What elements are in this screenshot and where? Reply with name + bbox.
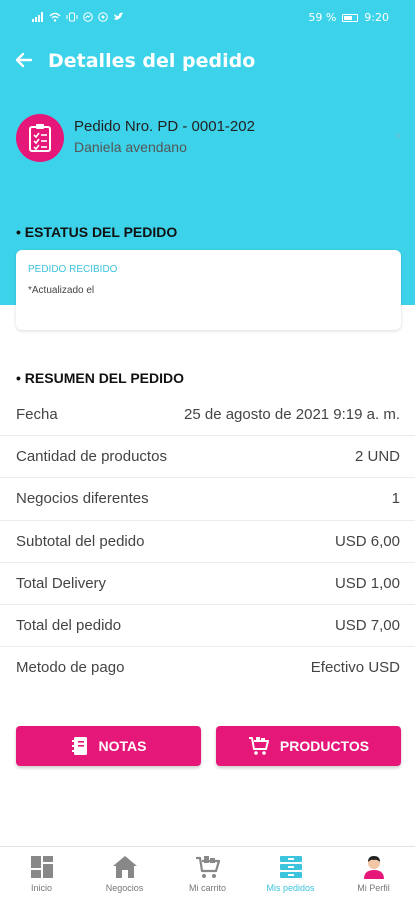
- battery-icon: [342, 13, 359, 22]
- summary-value: 1: [391, 490, 400, 508]
- summary-list: Fecha 25 de agosto de 2021 9:19 a. m. Ca…: [0, 394, 415, 689]
- summary-label: Total Delivery: [16, 574, 107, 592]
- summary-row-negocios: Negocios diferentes 1: [0, 478, 415, 521]
- store-icon: [112, 856, 137, 878]
- nav-item-inicio[interactable]: Inicio: [0, 847, 83, 900]
- summary-label: Total del pedido: [16, 616, 122, 634]
- summary-label: Negocios diferentes: [16, 490, 149, 508]
- summary-row-pago: Metodo de pago Efectivo USD: [0, 647, 415, 689]
- summary-row-subtotal: Subtotal del pedido USD 6,00: [0, 521, 415, 563]
- productos-button[interactable]: PRODUCTOS: [216, 726, 401, 766]
- status-name: PEDIDO RECIBIDO: [28, 264, 118, 275]
- order-number: Pedido Nro. PD - 0001-202: [74, 118, 255, 135]
- twitter-icon: [114, 12, 124, 20]
- notas-button[interactable]: NOTAS: [16, 726, 201, 766]
- page-title: Detalles del pedido: [48, 50, 256, 72]
- clipboard-icon: [29, 124, 51, 152]
- battery-percent: 59 %: [308, 11, 337, 24]
- signal-icon: [32, 12, 43, 22]
- summary-value: Efectivo USD: [310, 659, 400, 677]
- arrow-left-icon: [15, 52, 33, 68]
- nav-item-pedidos[interactable]: Mis pedidos: [249, 847, 332, 900]
- summary-label: Subtotal del pedido: [16, 532, 145, 550]
- nav-item-perfil[interactable]: Mi Perfil: [332, 847, 415, 900]
- orders-icon: [279, 856, 302, 878]
- order-header[interactable]: Pedido Nro. PD - 0001-202 Daniela avenda…: [0, 110, 415, 166]
- nav-item-carrito[interactable]: Mi carrito: [166, 847, 249, 900]
- cart-icon: [248, 737, 269, 755]
- bottom-navigation: Inicio Negocios Mi carrito Mis pedidos M…: [0, 846, 415, 900]
- summary-row-total: Total del pedido USD 7,00: [0, 605, 415, 648]
- nav-label: Mis pedidos: [266, 883, 315, 893]
- profile-icon: [363, 856, 384, 879]
- summary-label: Metodo de pago: [16, 659, 125, 677]
- back-button[interactable]: [12, 48, 36, 72]
- customer-name: Daniela avendano: [74, 139, 187, 155]
- summary-value: USD 1,00: [334, 574, 400, 592]
- status-bar: 59 % 9:20: [0, 0, 415, 38]
- clock: 9:20: [364, 11, 389, 24]
- status-section-title: • ESTATUS DEL PEDIDO: [16, 224, 178, 240]
- status-card: PEDIDO RECIBIDO *Actualizado el: [16, 250, 401, 330]
- notebook-icon: [71, 737, 87, 755]
- whatsapp-icon: [98, 12, 108, 22]
- chevron-right-icon: ›: [395, 128, 401, 144]
- nav-label: Mi Perfil: [357, 883, 390, 893]
- cart-icon: [195, 856, 220, 878]
- summary-value: USD 6,00: [334, 532, 400, 550]
- order-avatar: [16, 114, 64, 162]
- summary-row-delivery: Total Delivery USD 1,00: [0, 563, 415, 605]
- summary-section-title: • RESUMEN DEL PEDIDO: [16, 370, 184, 386]
- grid-icon: [30, 856, 53, 878]
- status-right: 59 % 9:20: [308, 11, 389, 24]
- nav-label: Negocios: [105, 883, 144, 893]
- status-icons: [32, 12, 124, 22]
- nav-item-negocios[interactable]: Negocios: [83, 847, 166, 900]
- summary-value: 25 de agosto de 2021 9:19 a. m.: [184, 406, 400, 423]
- productos-label: PRODUCTOS: [279, 738, 370, 754]
- summary-value: 2 UND: [354, 448, 400, 466]
- summary-row-cantidad: Cantidad de productos 2 UND: [0, 436, 415, 479]
- nav-label: Mi carrito: [188, 883, 226, 893]
- messenger-icon: [83, 12, 93, 22]
- app-bar: Detalles del pedido: [0, 44, 415, 82]
- summary-value: USD 7,00: [334, 616, 400, 634]
- summary-label: Fecha: [16, 406, 58, 423]
- summary-row-fecha: Fecha 25 de agosto de 2021 9:19 a. m.: [0, 394, 415, 437]
- status-updated: *Actualizado el: [28, 285, 95, 296]
- nav-label: Inicio: [30, 883, 52, 893]
- notas-label: NOTAS: [98, 738, 147, 754]
- vibrate-icon: [66, 12, 78, 22]
- wifi-icon: [49, 12, 61, 22]
- summary-label: Cantidad de productos: [16, 448, 167, 466]
